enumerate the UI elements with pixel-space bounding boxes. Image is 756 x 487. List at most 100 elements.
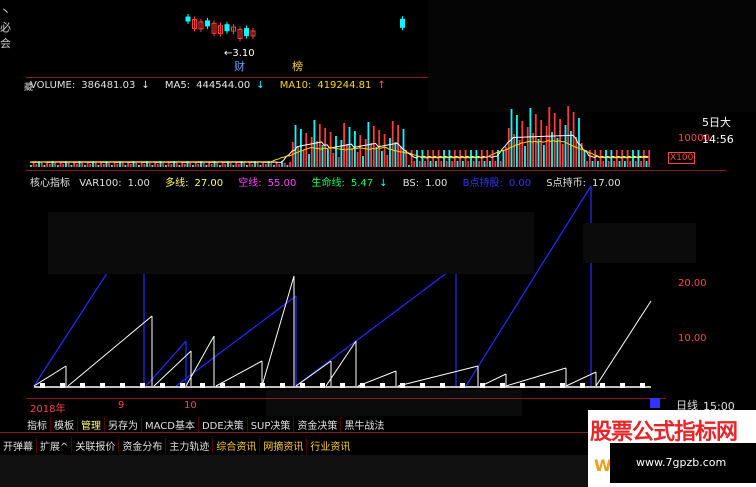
- date-label-9: 9: [118, 400, 125, 411]
- volume-bar: [537, 139, 540, 167]
- toolbar-template[interactable]: 模板: [50, 417, 77, 432]
- volume-bar: [443, 150, 445, 167]
- volume-bar: [615, 150, 618, 167]
- volume-bar: [308, 154, 310, 167]
- volume-bar: [564, 125, 567, 167]
- volume-bar: [551, 132, 553, 167]
- signal-square: [140, 383, 145, 388]
- volume-bar: [559, 119, 561, 167]
- volume-bar: [356, 152, 359, 167]
- volume-bar: [235, 162, 237, 167]
- volume-bar: [351, 148, 354, 167]
- volume-bar: [221, 162, 224, 167]
- toolbar-web-news[interactable]: 网摘资讯: [259, 438, 306, 453]
- volume-bar: [243, 163, 246, 167]
- signal-square: [420, 383, 425, 388]
- volume-bar: [613, 161, 615, 167]
- toolbar-dde[interactable]: DDE决策: [197, 417, 247, 432]
- volume-bar: [140, 162, 143, 167]
- toolbar-fund[interactable]: 资金决策: [293, 417, 340, 432]
- volume-bar: [340, 140, 343, 167]
- toolbar-related-quote[interactable]: 关联报价: [71, 438, 118, 453]
- volume-bar: [124, 165, 127, 167]
- signal-square: [640, 383, 645, 388]
- signal-square: [360, 383, 365, 388]
- toolbar-general-news[interactable]: 综合资讯: [212, 438, 259, 453]
- volume-bar: [561, 144, 564, 167]
- volume-bar: [451, 161, 453, 167]
- volume-bar: [540, 120, 543, 167]
- toolbar-macd[interactable]: MACD基本: [141, 417, 198, 432]
- toolbar-expand[interactable]: 扩展^: [36, 438, 71, 453]
- toolbar-main-track[interactable]: 主力轨迹: [165, 438, 212, 453]
- toolbar-blackbull[interactable]: 黑牛战法: [340, 417, 387, 432]
- indicator-axis-20: 20.00: [678, 278, 707, 289]
- signal-square: [380, 383, 385, 388]
- volume-bar: [462, 161, 464, 167]
- volume-bar: [48, 164, 51, 167]
- toolbar-indicator[interactable]: 指标: [24, 417, 50, 432]
- volume-bar: [43, 165, 46, 167]
- volume-bar: [359, 135, 362, 167]
- volume-bar: [94, 163, 97, 167]
- signal-square: [80, 383, 85, 388]
- volume-bar: [170, 164, 173, 167]
- volume-bar: [440, 161, 443, 167]
- volume-bar: [642, 150, 645, 167]
- volume-bar: [553, 113, 556, 167]
- toolbar-sup[interactable]: SUP决策: [246, 417, 294, 432]
- volume-bar: [421, 150, 424, 167]
- volume-bar: [251, 164, 254, 167]
- volume-bar: [599, 150, 602, 167]
- volume-bar: [151, 165, 154, 167]
- signal-square: [620, 383, 625, 388]
- signal-square: [40, 383, 45, 388]
- volume-bar: [283, 163, 286, 167]
- volume-bar: [470, 150, 472, 167]
- price-chart: ←3.10 财 榜: [185, 14, 405, 73]
- toolbar-manage[interactable]: 管理: [77, 417, 104, 432]
- candle: [400, 18, 405, 28]
- volume-bar: [175, 163, 178, 167]
- signal-square: [200, 383, 205, 388]
- occlusion-box-3: [266, 390, 522, 416]
- volume-bar: [81, 163, 84, 167]
- volume-bar: [256, 163, 259, 167]
- volume-bar: [459, 150, 462, 167]
- signal-square: [540, 383, 545, 388]
- volume-bar: [548, 107, 551, 167]
- volume-bar: [629, 161, 632, 167]
- toolbar-fund-distribution[interactable]: 资金分布: [118, 438, 165, 453]
- right-panel-time: 14:56: [702, 133, 734, 146]
- volume-bar: [386, 155, 389, 167]
- volume-bar: [526, 127, 529, 167]
- toolbar-barrage[interactable]: 开弹幕: [0, 438, 36, 453]
- indicator-axis-10: 10.00: [678, 333, 707, 344]
- volume-bar: [567, 106, 570, 167]
- toolbar-industry-news[interactable]: 行业资讯: [306, 438, 353, 453]
- signal-square: [400, 383, 405, 388]
- signal-square: [280, 383, 285, 388]
- volume-bar: [521, 121, 524, 167]
- rank-tag[interactable]: 榜: [292, 59, 303, 73]
- volume-bar: [424, 161, 426, 167]
- volume-bar: [97, 165, 100, 167]
- volume-bar: [275, 162, 278, 167]
- toolbar-save-as[interactable]: 另存为: [104, 417, 141, 432]
- white-ramp: [397, 365, 479, 387]
- volume-bar: [375, 147, 378, 167]
- volume-bar: [89, 164, 92, 167]
- volume-bar: [302, 150, 305, 167]
- volume-bar: [572, 112, 575, 167]
- volume-bar: [248, 162, 251, 167]
- volume-bar: [610, 150, 613, 167]
- volume-bar: [194, 162, 197, 167]
- volume-bar: [135, 163, 138, 167]
- finance-tag[interactable]: 财: [234, 59, 245, 73]
- volume-bar: [410, 150, 413, 167]
- volume-bar: [202, 163, 205, 167]
- white-ramp: [261, 275, 295, 387]
- volume-bar: [62, 164, 65, 167]
- volume-bar: [289, 162, 291, 167]
- volume-bar: [435, 161, 437, 167]
